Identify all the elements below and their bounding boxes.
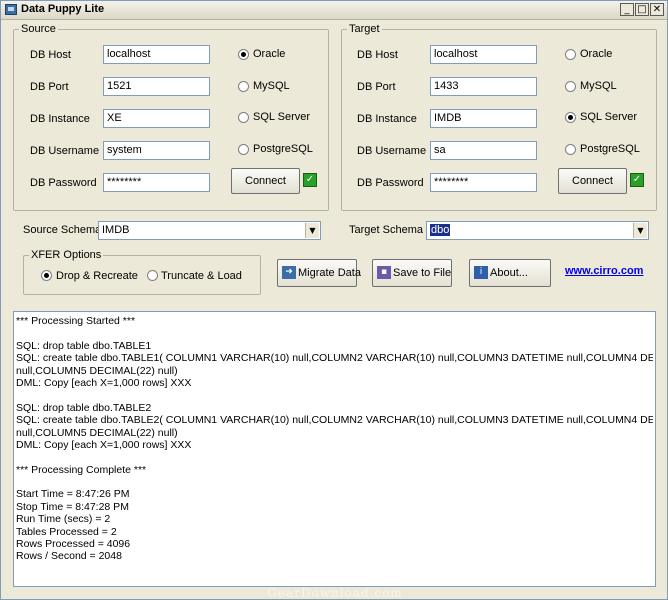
title-bar[interactable]: Data Puppy Lite _ □ ✕ (1, 1, 667, 20)
migrate-arrow-icon: ➜ (282, 266, 296, 279)
target-port-input[interactable]: 1433 (430, 77, 537, 96)
log-line: DML: Copy [each X=1,000 rows] XXX (16, 376, 192, 389)
source-radio-sqlserver-label: SQL Server (253, 111, 311, 123)
target-host-label: DB Host (357, 49, 398, 61)
source-group-label: Source (19, 23, 58, 35)
log-line: Rows / Second = 2048 (16, 550, 122, 563)
target-connect-button[interactable]: Connect (558, 168, 627, 194)
target-radio-oracle[interactable] (565, 49, 576, 60)
target-connected-check-icon: ✓ (630, 173, 644, 187)
xfer-radio-truncate-load[interactable] (147, 270, 158, 281)
log-output-textarea[interactable]: *** Processing Started *** SQL: drop tab… (13, 311, 656, 587)
log-line: Rows Processed = 4096 (16, 538, 131, 551)
source-password-label: DB Password (30, 177, 97, 189)
info-icon: i (474, 266, 488, 279)
source-radio-postgresql-label: PostgreSQL (253, 143, 313, 155)
target-radio-oracle-label: Oracle (580, 48, 613, 60)
target-radio-postgresql[interactable] (565, 144, 576, 155)
source-radio-mysql-label: MySQL (253, 80, 290, 92)
target-schema-value: dbo (430, 224, 451, 236)
log-line: Start Time = 8:47:26 PM (16, 488, 130, 501)
source-radio-oracle[interactable] (238, 49, 249, 60)
target-password-input[interactable]: ******** (430, 173, 537, 192)
log-line: SQL: drop table dbo.TABLE2 (16, 401, 152, 414)
maximize-button[interactable]: □ (635, 3, 649, 16)
target-schema-label: Target Schema (349, 224, 423, 236)
source-instance-label: DB Instance (30, 113, 90, 125)
target-host-input[interactable]: localhost (430, 45, 537, 64)
source-connected-check-icon: ✓ (303, 173, 317, 187)
target-group-label: Target (347, 23, 382, 35)
migrate-data-button[interactable]: ➜ Migrate Data (277, 259, 361, 287)
target-instance-input[interactable]: IMDB (430, 109, 537, 128)
target-schema-select[interactable]: dbo ▼ (426, 221, 649, 240)
source-schema-label: Source Schema (23, 224, 102, 236)
chevron-down-icon[interactable]: ▼ (633, 223, 647, 238)
xfer-radio-drop-recreate[interactable] (41, 270, 52, 281)
xfer-radio-truncate-load-label: Truncate & Load (161, 270, 242, 282)
xfer-radio-drop-recreate-label: Drop & Recreate (56, 270, 138, 282)
about-label: About... (490, 267, 528, 279)
log-line: *** Processing Complete *** (16, 463, 147, 476)
log-line: SQL: create table dbo.TABLE1( COLUMN1 VA… (16, 352, 653, 365)
close-button[interactable]: ✕ (650, 3, 664, 16)
save-to-file-button[interactable]: ▪ Save to File (372, 259, 452, 287)
target-radio-mysql[interactable] (565, 81, 576, 92)
about-button[interactable]: i About... (469, 259, 551, 287)
target-port-label: DB Port (357, 81, 396, 93)
watermark: GearDownload.com (267, 586, 403, 600)
source-radio-sqlserver[interactable] (238, 112, 249, 123)
target-radio-sqlserver[interactable] (565, 112, 576, 123)
target-username-label: DB Username (357, 145, 427, 157)
source-port-input[interactable]: 1521 (103, 77, 210, 96)
target-radio-mysql-label: MySQL (580, 80, 617, 92)
log-line: Stop Time = 8:47:28 PM (16, 500, 129, 513)
cirro-website-link[interactable]: www.cirro.com (565, 265, 643, 277)
source-radio-mysql[interactable] (238, 81, 249, 92)
source-username-label: DB Username (30, 145, 100, 157)
target-radio-sqlserver-label: SQL Server (580, 111, 638, 123)
log-line: Run Time (secs) = 2 (16, 513, 111, 526)
target-radio-postgresql-label: PostgreSQL (580, 143, 640, 155)
source-radio-oracle-label: Oracle (253, 48, 286, 60)
target-username-input[interactable]: sa (430, 141, 537, 160)
source-password-input[interactable]: ******** (103, 173, 210, 192)
chevron-down-icon[interactable]: ▼ (305, 223, 319, 238)
xfer-options-label: XFER Options (29, 249, 104, 261)
log-line: SQL: create table dbo.TABLE2( COLUMN1 VA… (16, 414, 653, 427)
source-port-label: DB Port (30, 81, 69, 93)
save-to-file-label: Save to File (393, 267, 452, 279)
log-line: SQL: drop table dbo.TABLE1 (16, 339, 152, 352)
source-radio-postgresql[interactable] (238, 144, 249, 155)
source-schema-value: IMDB (102, 224, 130, 236)
app-icon (5, 4, 17, 15)
log-line: DML: Copy [each X=1,000 rows] XXX (16, 438, 192, 451)
source-connect-button[interactable]: Connect (231, 168, 300, 194)
log-line: null,COLUMN5 DECIMAL(22) null) (16, 364, 178, 377)
floppy-disk-icon: ▪ (377, 266, 391, 279)
source-host-label: DB Host (30, 49, 71, 61)
target-instance-label: DB Instance (357, 113, 417, 125)
target-password-label: DB Password (357, 177, 424, 189)
source-host-input[interactable]: localhost (103, 45, 210, 64)
migrate-data-label: Migrate Data (298, 267, 361, 279)
main-window: Data Puppy Lite _ □ ✕ Source DB Host DB … (0, 0, 668, 600)
minimize-button[interactable]: _ (620, 3, 634, 16)
source-username-input[interactable]: system (103, 141, 210, 160)
log-line: Tables Processed = 2 (16, 525, 117, 538)
source-instance-input[interactable]: XE (103, 109, 210, 128)
window-title: Data Puppy Lite (21, 3, 105, 15)
log-line: *** Processing Started *** (16, 315, 136, 327)
log-line: null,COLUMN5 DECIMAL(22) null) (16, 426, 178, 439)
source-schema-select[interactable]: IMDB ▼ (98, 221, 321, 240)
